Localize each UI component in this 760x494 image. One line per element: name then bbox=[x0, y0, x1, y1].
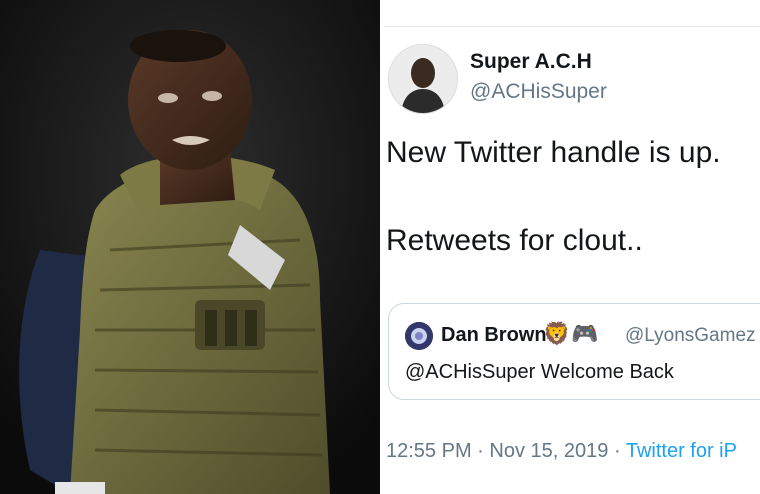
tweet-time[interactable]: 12:55 PM bbox=[386, 440, 472, 462]
quoted-tweet-text: @ACHisSuper Welcome Back bbox=[405, 361, 674, 383]
game-controller-icon: 🎮 bbox=[571, 321, 599, 346]
meta-separator: · bbox=[477, 440, 484, 462]
meta-separator: · bbox=[613, 440, 621, 462]
tweet-source-link[interactable]: Twitter for iP bbox=[626, 440, 737, 462]
quoted-tweet[interactable]: Dan Brown 🦁 🎮 @LyonsGamez @ACHisSuper We… bbox=[388, 303, 760, 400]
wrestler-photo bbox=[0, 0, 380, 494]
quoted-author-name[interactable]: Dan Brown bbox=[441, 324, 547, 347]
tweet-text-line-2: Retweets for clout.. bbox=[386, 224, 643, 257]
quoted-avatar[interactable] bbox=[405, 322, 433, 350]
author-avatar[interactable] bbox=[388, 44, 458, 114]
quoted-author-handle[interactable]: @LyonsGamez bbox=[625, 325, 756, 347]
lion-icon: 🦁 bbox=[543, 321, 571, 346]
tweet-text-line-1: New Twitter handle is up. bbox=[386, 136, 721, 169]
previous-tweet-edge bbox=[384, 0, 760, 27]
tweet-card[interactable]: Super A.C.H @ACHisSuper New Twitter hand… bbox=[384, 0, 760, 494]
author-handle[interactable]: @ACHisSuper bbox=[470, 80, 607, 104]
tweet-meta: 12:55 PM · Nov 15, 2019 · Twitter for iP bbox=[386, 440, 737, 463]
author-name[interactable]: Super A.C.H bbox=[470, 50, 592, 74]
tweet-date[interactable]: Nov 15, 2019 bbox=[489, 440, 608, 462]
